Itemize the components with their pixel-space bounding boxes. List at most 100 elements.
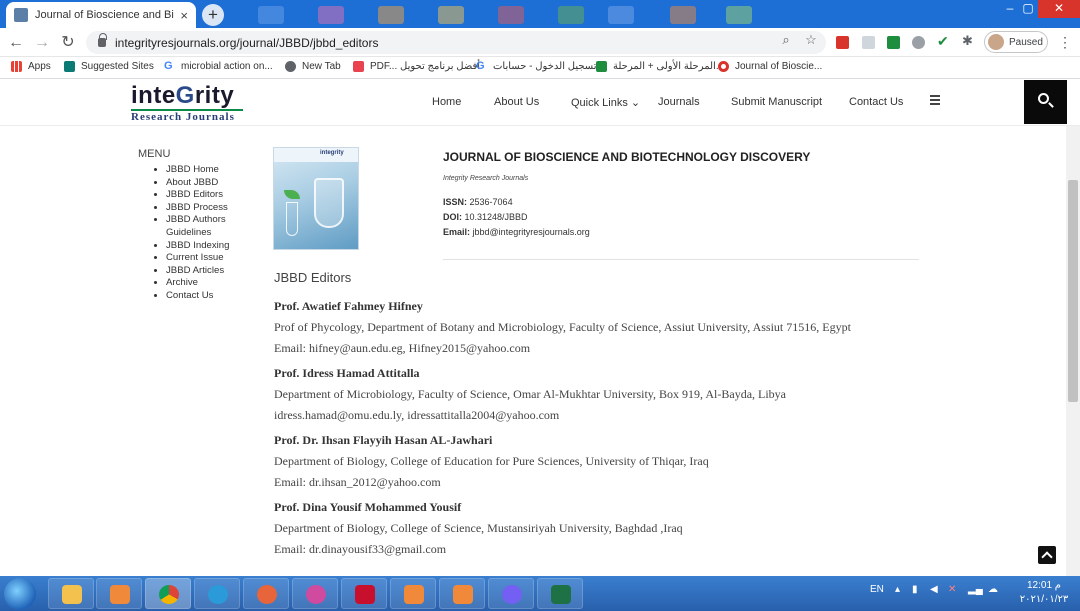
site-search-button[interactable] — [1024, 80, 1067, 124]
taskbar-internet-explorer[interactable] — [194, 578, 240, 609]
tab-close-icon[interactable]: × — [180, 8, 188, 23]
checkmark-extension-icon[interactable]: ✔ — [937, 34, 950, 48]
start-button[interactable] — [4, 578, 36, 610]
editor-email: Email: hifney@aun.edu.eg, Hifney2015@yah… — [274, 341, 531, 355]
journal-publisher: Integrity Research Journals — [443, 175, 529, 182]
signal-icon[interactable]: ▂▄ — [968, 584, 983, 595]
site-logo[interactable]: inteGrity Research Journals — [131, 84, 246, 124]
bookmark-new-tab[interactable]: New Tab — [285, 61, 341, 72]
background-app-icon — [438, 6, 464, 24]
taskbar-media-player[interactable] — [96, 578, 142, 609]
taskbar-viber[interactable] — [488, 578, 534, 609]
taskbar-excel[interactable] — [537, 578, 583, 609]
clock-time: 12:01 م — [1026, 580, 1061, 591]
background-app-icon — [498, 6, 524, 24]
bookmark-label: تسجيل الدخول - حسابات... — [493, 61, 605, 72]
show-hidden-icons-icon[interactable]: ▴ — [895, 584, 900, 595]
extension-icon[interactable] — [912, 36, 925, 49]
sheets-extension-icon[interactable] — [887, 36, 900, 49]
reload-icon[interactable]: ↻ — [58, 33, 78, 53]
network-warning-icon[interactable]: ✕ — [948, 584, 956, 595]
editor-name: Prof. Idress Hamad Attitalla — [274, 366, 420, 380]
taskbar-chrome[interactable] — [145, 578, 191, 609]
editor-email: Email: dr.dinayousif33@gmail.com — [274, 542, 447, 556]
folder-icon — [62, 585, 82, 604]
journal-doi: DOI: 10.31248/JBBD — [443, 212, 528, 222]
editor-name: Prof. Awatief Fahmey Hifney — [274, 299, 423, 313]
browser-menu-icon[interactable]: ⋮ — [1058, 34, 1072, 51]
nav-quick-links[interactable]: Quick Links ⌄ — [571, 96, 640, 109]
taskbar-camera-app[interactable] — [390, 578, 436, 609]
background-app-icon — [318, 6, 344, 24]
taskbar-file-explorer[interactable] — [48, 578, 94, 609]
hamburger-menu-icon[interactable] — [930, 95, 940, 107]
menu-item-jbbd-editors[interactable]: JBBD Editors — [166, 189, 248, 202]
taskbar-clock[interactable]: 12:01 م ٢٠٢١/٠١/٢٣ — [1012, 579, 1076, 607]
bookmark-pdf-tool[interactable]: PDF... أفضل برنامج تحويل — [353, 61, 480, 72]
device-icon[interactable]: ▮ — [912, 584, 918, 595]
browser-toolbar: ← → ↻ integrityresjournals.org/journal/J… — [0, 28, 1080, 57]
excel-icon — [551, 585, 571, 604]
taskbar-app[interactable] — [292, 578, 338, 609]
taskbar-browser[interactable] — [243, 578, 289, 609]
close-window-icon[interactable]: ✕ — [1038, 0, 1080, 18]
editor-affiliation: Prof of Phycology, Department of Botany … — [274, 320, 851, 334]
menu-item-jbbd-process[interactable]: JBBD Process — [166, 202, 248, 215]
background-app-icon — [670, 6, 696, 24]
classroom-icon — [596, 61, 607, 72]
bookmark-suggested-sites[interactable]: Suggested Sites — [64, 61, 154, 72]
bookmark-journal[interactable]: Journal of Bioscie... — [718, 61, 822, 72]
new-tab-button[interactable]: + — [202, 4, 224, 26]
nav-contact-us[interactable]: Contact Us — [849, 96, 903, 108]
page-scrollbar-thumb[interactable] — [1068, 180, 1078, 402]
bookmark-label: Suggested Sites — [81, 61, 154, 72]
menu-item-current-issue[interactable]: Current Issue — [166, 252, 248, 265]
logo-wordmark: inteGrity — [131, 82, 235, 109]
lock-icon — [98, 33, 107, 47]
camera-icon — [453, 585, 473, 604]
site-header: inteGrity Research Journals Home About U… — [0, 80, 1080, 126]
address-bar[interactable]: integrityresjournals.org/journal/JBBD/jb… — [86, 31, 826, 54]
bookmark-classroom[interactable]: المرحلة الأولى + المرحلة... — [596, 61, 724, 72]
menu-title: MENU — [138, 148, 171, 160]
bookmark-apps[interactable]: Apps — [11, 61, 51, 72]
nav-journals[interactable]: Journals — [658, 96, 700, 108]
bookmark-star-icon[interactable]: ☆ — [803, 32, 819, 48]
bookmark-google-accounts[interactable]: G تسجيل الدخول - حسابات... — [476, 61, 605, 73]
menu-item-jbbd-articles[interactable]: JBBD Articles — [166, 265, 248, 278]
menu-item-jbbd-home[interactable]: JBBD Home — [166, 164, 248, 177]
browser-app-icon — [257, 585, 277, 604]
journal-email[interactable]: Email: jbbd@integrityresjournals.org — [443, 227, 590, 237]
back-to-top-button[interactable] — [1038, 546, 1056, 564]
journal-cover-image: integrity — [273, 147, 359, 250]
zoom-icon[interactable]: ⌕ — [778, 32, 794, 48]
menu-item-authors-guidelines[interactable]: JBBD Authors Guidelines — [166, 214, 248, 239]
journal-title: JOURNAL OF BIOSCIENCE AND BIOTECHNOLOGY … — [443, 150, 811, 164]
nav-about-us[interactable]: About Us — [494, 96, 539, 108]
volume-icon[interactable]: ◀ — [930, 584, 938, 595]
browser-tab[interactable]: Journal of Bioscience and Biotech × — [6, 2, 196, 28]
cloud-icon[interactable]: ☁ — [988, 584, 998, 595]
background-app-icon — [608, 6, 634, 24]
extension-icon[interactable] — [836, 36, 849, 49]
extensions-puzzle-icon[interactable]: ✱ — [962, 34, 975, 48]
taskbar-camera-app-2[interactable] — [439, 578, 485, 609]
back-arrow-icon[interactable]: ← — [6, 33, 26, 53]
profile-button[interactable]: Paused — [984, 31, 1048, 53]
nav-submit-manuscript[interactable]: Submit Manuscript — [731, 96, 822, 108]
search-icon — [1038, 93, 1049, 104]
clock-date: ٢٠٢١/٠١/٢٣ — [1019, 594, 1069, 605]
menu-item-jbbd-indexing[interactable]: JBBD Indexing — [166, 240, 248, 253]
menu-item-contact-us[interactable]: Contact Us — [166, 290, 248, 303]
nav-home[interactable]: Home — [432, 96, 461, 108]
screen: Journal of Bioscience and Biotech × + – … — [0, 0, 1080, 611]
taskbar-acrobat[interactable] — [341, 578, 387, 609]
url-text: integrityresjournals.org/journal/JBBD/jb… — [115, 35, 379, 50]
bookmarks-bar: Apps Suggested Sites G microbial action … — [0, 57, 1080, 79]
bookmark-microbial-action[interactable]: G microbial action on... — [164, 61, 273, 73]
language-indicator[interactable]: EN — [870, 584, 884, 595]
menu-item-about-jbbd[interactable]: About JBBD — [166, 177, 248, 190]
forward-arrow-icon[interactable]: → — [32, 33, 52, 53]
extension-icon[interactable] — [862, 36, 875, 49]
menu-item-archive[interactable]: Archive — [166, 277, 248, 290]
